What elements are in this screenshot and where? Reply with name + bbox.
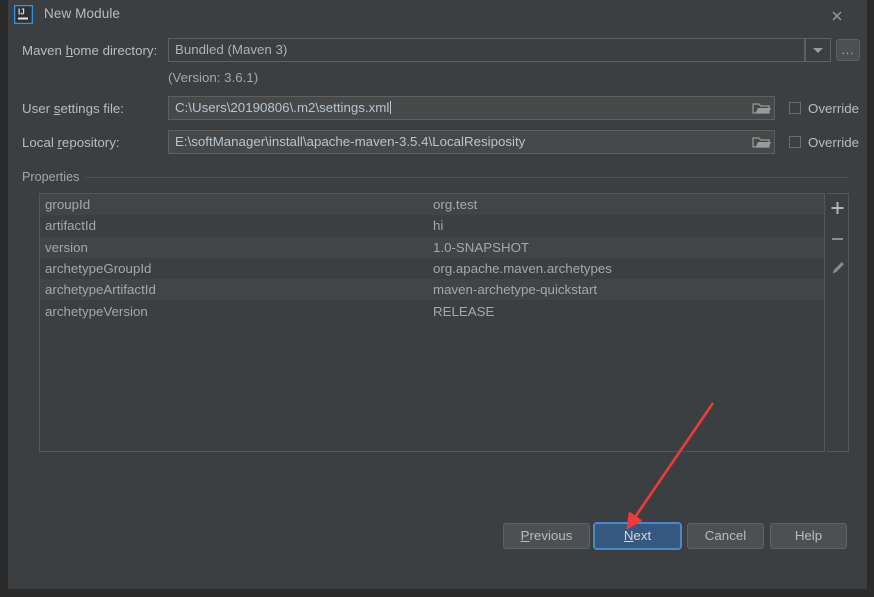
text-caret xyxy=(390,101,392,114)
user-settings-folder-icon[interactable] xyxy=(750,97,772,119)
window-left-border xyxy=(0,0,8,597)
checkbox-box xyxy=(789,102,801,114)
table-row[interactable]: archetypeVersion RELEASE xyxy=(40,300,824,322)
new-module-dialog: IJ New Module Maven home directory: Bund… xyxy=(0,0,874,597)
next-button[interactable]: Next xyxy=(594,523,681,549)
property-key-cell: archetypeArtifactId xyxy=(45,282,156,298)
user-settings-file-label: User settings file: xyxy=(22,101,125,116)
table-row[interactable]: archetypeGroupId org.apache.maven.archety… xyxy=(40,257,824,280)
edit-property-button[interactable] xyxy=(827,256,848,282)
table-row[interactable]: artifactId hi xyxy=(40,215,824,237)
property-key-cell: archetypeGroupId xyxy=(45,261,152,277)
maven-home-dropdown-button[interactable] xyxy=(805,38,831,62)
property-value-cell: maven-archetype-quickstart xyxy=(433,282,598,298)
previous-button[interactable]: Previous xyxy=(503,523,590,549)
chevron-down-icon xyxy=(813,48,823,53)
table-row[interactable]: groupId org.test xyxy=(40,194,824,216)
close-icon[interactable] xyxy=(825,4,849,28)
help-button[interactable]: Help xyxy=(770,523,847,549)
add-property-button[interactable] xyxy=(827,197,848,223)
property-value-cell: RELEASE xyxy=(433,303,495,319)
user-settings-override-checkbox[interactable]: Override xyxy=(789,101,859,116)
user-settings-file-input[interactable]: C:\Users\20190806\.m2\settings.xml xyxy=(168,96,775,120)
property-key-cell: artifactId xyxy=(45,218,96,234)
property-value-cell: org.apache.maven.archetypes xyxy=(433,261,612,277)
local-repository-label: Local repository: xyxy=(22,135,120,150)
property-value-cell: 1.0-SNAPSHOT xyxy=(433,239,530,255)
svg-text:IJ: IJ xyxy=(18,8,25,17)
checkbox-box xyxy=(789,136,801,148)
page-title: New Module xyxy=(44,6,121,21)
maven-home-browse-button[interactable]: ... xyxy=(836,39,860,61)
property-value-cell: org.test xyxy=(433,197,478,213)
local-repository-folder-icon[interactable] xyxy=(750,131,772,153)
maven-home-directory-input[interactable]: Bundled (Maven 3) xyxy=(168,38,805,62)
properties-group-divider xyxy=(22,177,849,178)
table-row[interactable]: version 1.0-SNAPSHOT xyxy=(40,236,824,258)
remove-property-button[interactable] xyxy=(827,226,848,252)
property-key-cell: groupId xyxy=(45,197,91,213)
maven-home-directory-label: Maven home directory: xyxy=(22,43,158,58)
cancel-button[interactable]: Cancel xyxy=(687,523,764,549)
property-key-cell: archetypeVersion xyxy=(45,303,148,319)
maven-version-note: (Version: 3.6.1) xyxy=(168,70,259,85)
title-bar: IJ New Module xyxy=(8,0,867,30)
properties-table[interactable]: groupId org.test artifactId hi version 1.0-SN… xyxy=(39,193,825,452)
window-bottom-border xyxy=(0,589,874,597)
window-right-border xyxy=(867,0,874,597)
property-key-cell: version xyxy=(45,239,88,255)
dialog-content: Maven home directory: Bundled (Maven 3) … xyxy=(8,30,867,589)
properties-group-title: Properties xyxy=(22,170,86,184)
properties-toolbar xyxy=(827,193,849,452)
property-value-cell: hi xyxy=(433,218,444,234)
local-repository-input[interactable]: E:\softManager\install\apache-maven-3.5.… xyxy=(168,130,775,154)
local-repository-override-checkbox[interactable]: Override xyxy=(789,135,859,150)
intellij-idea-icon: IJ xyxy=(13,4,34,25)
table-row[interactable]: archetypeArtifactId maven-archetype-quick… xyxy=(40,279,824,301)
